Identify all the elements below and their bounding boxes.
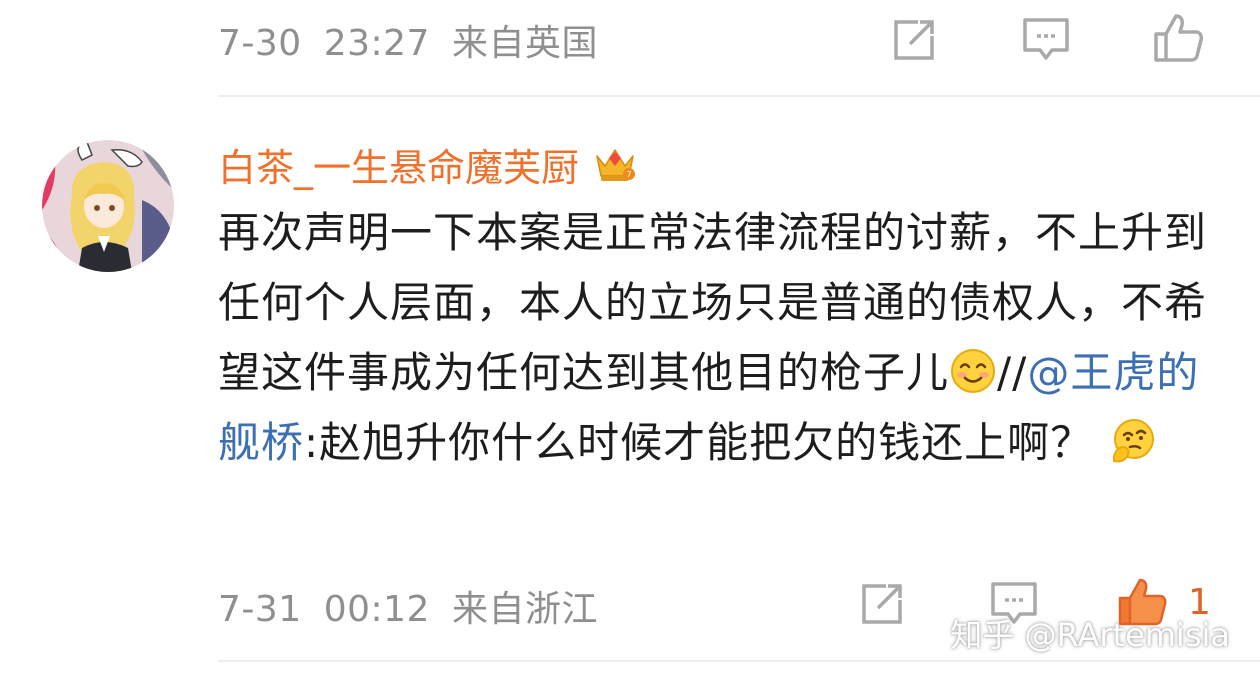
prev-comment-timestamp: 7-30 23:27 来自英国 — [218, 14, 620, 66]
user-avatar[interactable] — [42, 140, 174, 272]
prev-comment-source: 来自英国 — [451, 23, 598, 64]
comment-header: 白茶_一生悬命魔芙厨 7 — [218, 136, 637, 192]
prev-comment-button[interactable] — [1016, 10, 1076, 70]
comment-source: 来自浙江 — [451, 589, 598, 630]
forward-button[interactable] — [852, 574, 912, 634]
comment-body: 再次声明一下本案是正常法律流程的讨薪，不上升到任何个人层面，本人的立场只是普通的… — [218, 198, 1238, 478]
prev-comment-meta: 7-30 23:27 来自英国 — [218, 10, 1260, 70]
comment-divider-bottom — [218, 660, 1260, 662]
username-link[interactable]: 白茶_一生悬命魔芙厨 — [218, 137, 579, 192]
prev-like-button[interactable] — [1148, 8, 1208, 68]
prev-comment-time: 23:27 — [323, 23, 430, 64]
comment-icon — [1023, 18, 1069, 60]
prev-comment-date: 7-30 — [218, 23, 302, 64]
thumbs-up-icon — [1154, 14, 1203, 62]
comment-timestamp: 7-31 00:12 来自浙江 — [218, 580, 620, 632]
smile-emoji-icon — [951, 349, 996, 393]
thinking-emoji-icon — [1112, 419, 1154, 463]
avatar-illustration — [42, 140, 174, 272]
comment-date: 7-31 — [218, 589, 302, 630]
svg-text:7: 7 — [626, 170, 631, 179]
repost-separator: // — [997, 348, 1028, 397]
comment-text-part2: :赵旭升你什么时候才能把欠的钱还上啊？ — [304, 418, 1094, 467]
comment-time: 00:12 — [323, 589, 430, 630]
prev-forward-button[interactable] — [884, 10, 944, 70]
share-forward-icon — [862, 584, 902, 624]
comment-divider — [218, 95, 1260, 97]
watermark: 知乎 @RArtemisia — [950, 616, 1230, 654]
share-forward-icon — [894, 20, 934, 60]
crown-badge-icon: 7 — [596, 149, 636, 181]
